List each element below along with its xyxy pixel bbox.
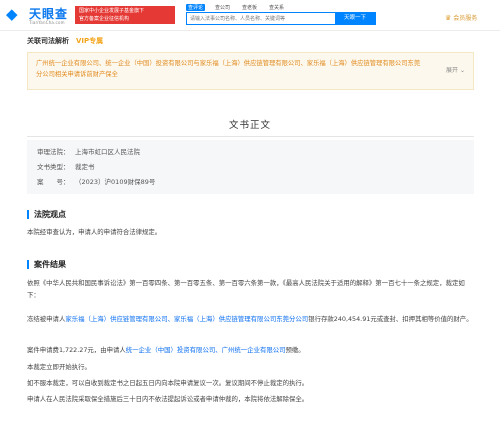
related-case-box: 广州统一企业有限公司、统一企业（中国）投资有限公司与家乐福（上海）供应链管理有限… bbox=[27, 52, 474, 90]
meta-value: 上海市虹口区人民法院 bbox=[75, 148, 140, 156]
result-paragraph-3: 案件申请费1,722.27元，由申请人统一企业（中国）投资有限公司、广州统一企业… bbox=[27, 345, 474, 357]
crown-icon: ♛ bbox=[445, 14, 452, 22]
result-p2-text-a: 冻结被申请人 bbox=[27, 315, 66, 323]
logo-subtitle: TianYanCha.com bbox=[29, 20, 65, 25]
meta-key: 案 号： bbox=[37, 178, 70, 186]
gov-banner-line1: 国家中小企业发展子基金旗下 bbox=[79, 8, 145, 14]
search-input[interactable] bbox=[190, 13, 335, 24]
subheader: 关联司法解析 VIP专属 bbox=[0, 31, 500, 50]
meta-doc-type: 文书类型： 裁定书 bbox=[37, 161, 95, 171]
tab-search-boss[interactable]: 查老板 bbox=[240, 4, 259, 11]
search-button[interactable]: 天眼一下 bbox=[335, 13, 375, 24]
meta-court: 审理法院： 上海市虹口区人民法院 bbox=[37, 146, 140, 156]
expand-label: 展开 bbox=[446, 67, 459, 74]
related-case-text[interactable]: 广州统一企业有限公司、统一企业（中国）投资有限公司与家乐福（上海）供应链管理有限… bbox=[36, 58, 426, 80]
result-p2-text-c: 银行存款240,454.91元或查封、扣押其相等价值的财产。 bbox=[308, 315, 473, 323]
divider bbox=[27, 136, 474, 137]
opinion-text: 本院经审查认为，申请人的申请符合法律规定。 bbox=[27, 228, 162, 236]
meta-case-number: 案 号： （2023）沪0109财保89号 bbox=[37, 176, 155, 186]
result-paragraph-5: 如不服本裁定，可以自收到裁定书之日起五日内向本院申请复议一次。复议期间不停止裁定… bbox=[27, 379, 309, 387]
tab-search-relation[interactable]: 查关系 bbox=[267, 4, 286, 11]
tab-search-company[interactable]: 查公司 bbox=[213, 4, 232, 11]
search-tabs: 查评论 查公司 查老板 查关系 bbox=[186, 3, 294, 11]
chevron-down-icon: ⌄ bbox=[459, 67, 465, 74]
meta-key: 文书类型： bbox=[37, 163, 70, 171]
applicant-link[interactable]: 统一企业（中国）投资有限公司、广州统一企业有限公司 bbox=[126, 346, 286, 354]
top-header: ◆ 天眼查 TianYanCha.com 国家中小企业发展子基金旗下 官方备案企… bbox=[0, 0, 500, 31]
meta-value: 裁定书 bbox=[75, 163, 95, 171]
member-service-link[interactable]: ♛ 会员服务 bbox=[445, 13, 477, 22]
tab-search-comment[interactable]: 查评论 bbox=[186, 4, 206, 11]
result-paragraph-1: 依照《中华人民共和国民事诉讼法》第一百零四条、第一百零五条、第一百零六条第一款，… bbox=[27, 279, 465, 299]
meta-value: （2023）沪0109财保89号 bbox=[75, 178, 156, 186]
section-title-result: 案件结果 bbox=[27, 260, 66, 269]
gov-banner-line2: 官方备案企业征信机构 bbox=[79, 16, 130, 22]
logo-icon[interactable]: ◆ bbox=[6, 5, 26, 23]
document-meta: 审理法院： 上海市虹口区人民法院 文书类型： 裁定书 案 号： （2023）沪0109… bbox=[27, 140, 474, 194]
document-title: 文书正文 bbox=[228, 120, 271, 131]
result-p3-text-c: 预缴。 bbox=[285, 346, 305, 354]
section-title-opinion: 法院观点 bbox=[27, 210, 66, 219]
search-box: 天眼一下 bbox=[186, 12, 376, 25]
result-paragraph-2: 冻结被申请人家乐福（上海）供应链管理有限公司、家乐福（上海）供应链管理有限公司东… bbox=[27, 314, 474, 326]
vip-badge: VIP专属 bbox=[76, 37, 104, 45]
gov-banner[interactable]: 国家中小企业发展子基金旗下 官方备案企业征信机构 bbox=[75, 6, 175, 24]
result-paragraph-6: 申请人在人民法院采取保全措施后三十日内不依法提起诉讼或者申请仲裁的，本院将依法解… bbox=[27, 395, 309, 403]
page-title: 关联司法解析 bbox=[27, 37, 69, 45]
respondent-link[interactable]: 家乐福（上海）供应链管理有限公司、家乐福（上海）供应链管理有限公司东莞分公司 bbox=[65, 315, 308, 323]
result-paragraph-4: 本裁定立即开始执行。 bbox=[27, 363, 91, 371]
meta-key: 审理法院： bbox=[37, 148, 70, 156]
expand-button[interactable]: 展开 ⌄ bbox=[446, 65, 465, 74]
result-p3-text-a: 案件申请费1,722.27元，由申请人 bbox=[27, 346, 126, 354]
member-service-label: 会员服务 bbox=[453, 15, 478, 22]
